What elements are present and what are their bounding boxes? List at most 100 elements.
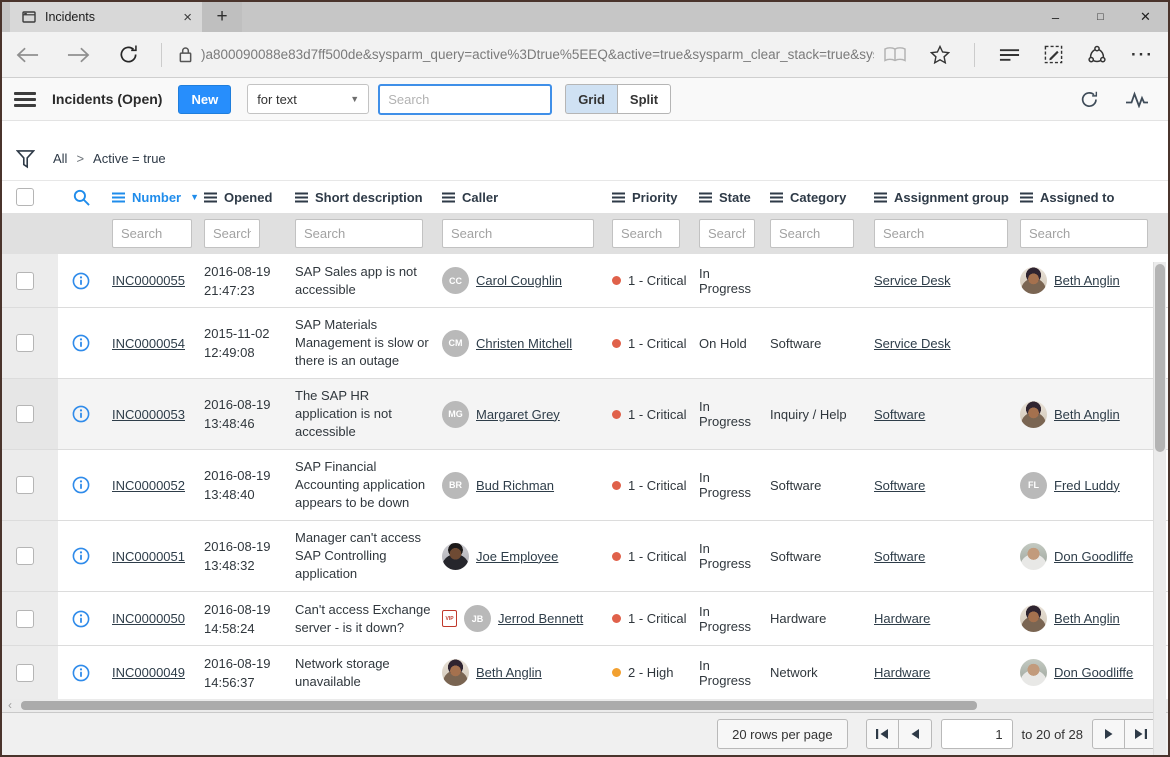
assigned-to-link[interactable]: Beth Anglin xyxy=(1054,273,1120,288)
row-checkbox[interactable] xyxy=(16,664,34,682)
new-tab-button[interactable]: + xyxy=(202,2,242,32)
assigned-to-link[interactable]: Fred Luddy xyxy=(1054,478,1120,493)
grid-view-button[interactable]: Grid xyxy=(565,84,617,114)
row-checkbox[interactable] xyxy=(16,547,34,565)
caller-link[interactable]: Christen Mitchell xyxy=(476,336,572,351)
assignment-group-link[interactable]: Service Desk xyxy=(874,273,951,288)
favorites-star-icon[interactable] xyxy=(930,45,950,64)
more-options-icon[interactable]: ··· xyxy=(1131,45,1154,65)
web-note-icon[interactable] xyxy=(1044,45,1063,64)
column-header-caller[interactable]: Caller xyxy=(441,190,604,205)
table-row[interactable]: INC0000051 2016-08-1913:48:32 Manager ca… xyxy=(2,521,1168,592)
filter-input-priority[interactable] xyxy=(612,219,680,248)
column-header-short-description[interactable]: Short description xyxy=(293,190,441,205)
column-header-opened[interactable]: Opened xyxy=(201,190,293,205)
table-row[interactable]: INC0000050 2016-08-1914:58:24 Can't acce… xyxy=(2,592,1168,646)
column-header-assignment-group[interactable]: Assignment group xyxy=(867,190,1018,205)
scroll-left-icon[interactable]: ‹ xyxy=(2,699,18,712)
info-icon[interactable] xyxy=(72,405,90,423)
incident-number-link[interactable]: INC0000055 xyxy=(112,273,185,288)
filter-input-number[interactable] xyxy=(112,219,192,248)
first-page-button[interactable] xyxy=(866,719,899,749)
address-bar[interactable]: )a800090088e83d7ff500de&sysparm_query=ac… xyxy=(201,47,874,62)
incident-number-link[interactable]: INC0000052 xyxy=(112,478,185,493)
filter-input-opened[interactable] xyxy=(204,219,260,248)
horizontal-scrollbar-thumb[interactable] xyxy=(21,701,977,710)
back-icon[interactable] xyxy=(16,46,39,64)
breadcrumb-all-link[interactable]: All xyxy=(53,151,67,166)
filter-input-short-description[interactable] xyxy=(295,219,423,248)
column-menu-icon[interactable] xyxy=(612,192,625,203)
select-all-checkbox[interactable] xyxy=(16,188,34,206)
search-type-select[interactable]: for text ▼ xyxy=(247,84,369,114)
close-button[interactable]: ✕ xyxy=(1123,2,1168,32)
hub-icon[interactable] xyxy=(999,47,1020,63)
caller-link[interactable]: Carol Coughlin xyxy=(476,273,562,288)
list-menu-icon[interactable] xyxy=(14,92,36,107)
refresh-list-icon[interactable] xyxy=(1080,90,1099,109)
incident-number-link[interactable]: INC0000049 xyxy=(112,665,185,680)
table-row[interactable]: INC0000053 2016-08-1913:48:46 The SAP HR… xyxy=(2,379,1168,450)
browser-tab-incidents[interactable]: Incidents × xyxy=(10,2,202,32)
column-menu-icon[interactable] xyxy=(204,192,217,203)
row-checkbox[interactable] xyxy=(16,610,34,628)
info-icon[interactable] xyxy=(72,334,90,352)
caller-link[interactable]: Bud Richman xyxy=(476,478,554,493)
filter-input-assigned-to[interactable] xyxy=(1020,219,1148,248)
column-menu-icon[interactable] xyxy=(1020,192,1033,203)
filter-input-assignment-group[interactable] xyxy=(874,219,1008,248)
split-view-button[interactable]: Split xyxy=(617,84,671,114)
tab-close-icon[interactable]: × xyxy=(183,10,192,25)
forward-icon[interactable] xyxy=(67,46,90,64)
minimize-button[interactable]: – xyxy=(1033,2,1078,32)
info-icon[interactable] xyxy=(72,272,90,290)
column-menu-icon[interactable] xyxy=(699,192,712,203)
assignment-group-link[interactable]: Software xyxy=(874,478,925,493)
reading-view-icon[interactable] xyxy=(884,46,906,63)
share-icon[interactable] xyxy=(1087,45,1107,65)
previous-page-button[interactable] xyxy=(899,719,932,749)
table-row[interactable]: INC0000055 2016-08-1921:47:23 SAP Sales … xyxy=(2,254,1168,308)
assignment-group-link[interactable]: Software xyxy=(874,549,925,564)
column-menu-icon[interactable] xyxy=(112,192,125,203)
incident-number-link[interactable]: INC0000054 xyxy=(112,336,185,351)
column-header-category[interactable]: Category xyxy=(765,190,867,205)
filter-funnel-icon[interactable] xyxy=(16,148,35,169)
column-menu-icon[interactable] xyxy=(770,192,783,203)
horizontal-scrollbar[interactable]: ‹ › xyxy=(2,699,1168,712)
assignment-group-link[interactable]: Hardware xyxy=(874,611,930,626)
incident-number-link[interactable]: INC0000051 xyxy=(112,549,185,564)
row-checkbox[interactable] xyxy=(16,476,34,494)
search-icon[interactable] xyxy=(73,189,90,206)
filter-input-caller[interactable] xyxy=(442,219,594,248)
caller-link[interactable]: Joe Employee xyxy=(476,549,558,564)
next-page-button[interactable] xyxy=(1092,719,1125,749)
info-icon[interactable] xyxy=(72,547,90,565)
caller-link[interactable]: Beth Anglin xyxy=(476,665,542,680)
page-number-input[interactable] xyxy=(941,719,1013,749)
refresh-icon[interactable] xyxy=(118,44,139,65)
assigned-to-link[interactable]: Don Goodliffe xyxy=(1054,665,1133,680)
filter-input-category[interactable] xyxy=(770,219,854,248)
column-header-assigned-to[interactable]: Assigned to xyxy=(1018,190,1168,205)
table-row[interactable]: INC0000049 2016-08-1914:56:37 Network st… xyxy=(2,646,1168,699)
incident-number-link[interactable]: INC0000050 xyxy=(112,611,185,626)
column-header-priority[interactable]: Priority xyxy=(604,190,696,205)
row-checkbox[interactable] xyxy=(16,272,34,290)
maximize-button[interactable]: □ xyxy=(1078,2,1123,32)
info-icon[interactable] xyxy=(72,664,90,682)
row-checkbox[interactable] xyxy=(16,334,34,352)
row-checkbox[interactable] xyxy=(16,405,34,423)
vertical-scrollbar[interactable] xyxy=(1153,262,1166,757)
list-search-input[interactable] xyxy=(378,84,552,115)
new-button[interactable]: New xyxy=(178,85,231,114)
assigned-to-link[interactable]: Beth Anglin xyxy=(1054,611,1120,626)
column-menu-icon[interactable] xyxy=(874,192,887,203)
info-icon[interactable] xyxy=(72,610,90,628)
info-icon[interactable] xyxy=(72,476,90,494)
assignment-group-link[interactable]: Software xyxy=(874,407,925,422)
breadcrumb-filter-link[interactable]: Active = true xyxy=(93,151,166,166)
assignment-group-link[interactable]: Service Desk xyxy=(874,336,951,351)
column-header-number[interactable]: Number ▼ xyxy=(104,190,201,205)
assignment-group-link[interactable]: Hardware xyxy=(874,665,930,680)
